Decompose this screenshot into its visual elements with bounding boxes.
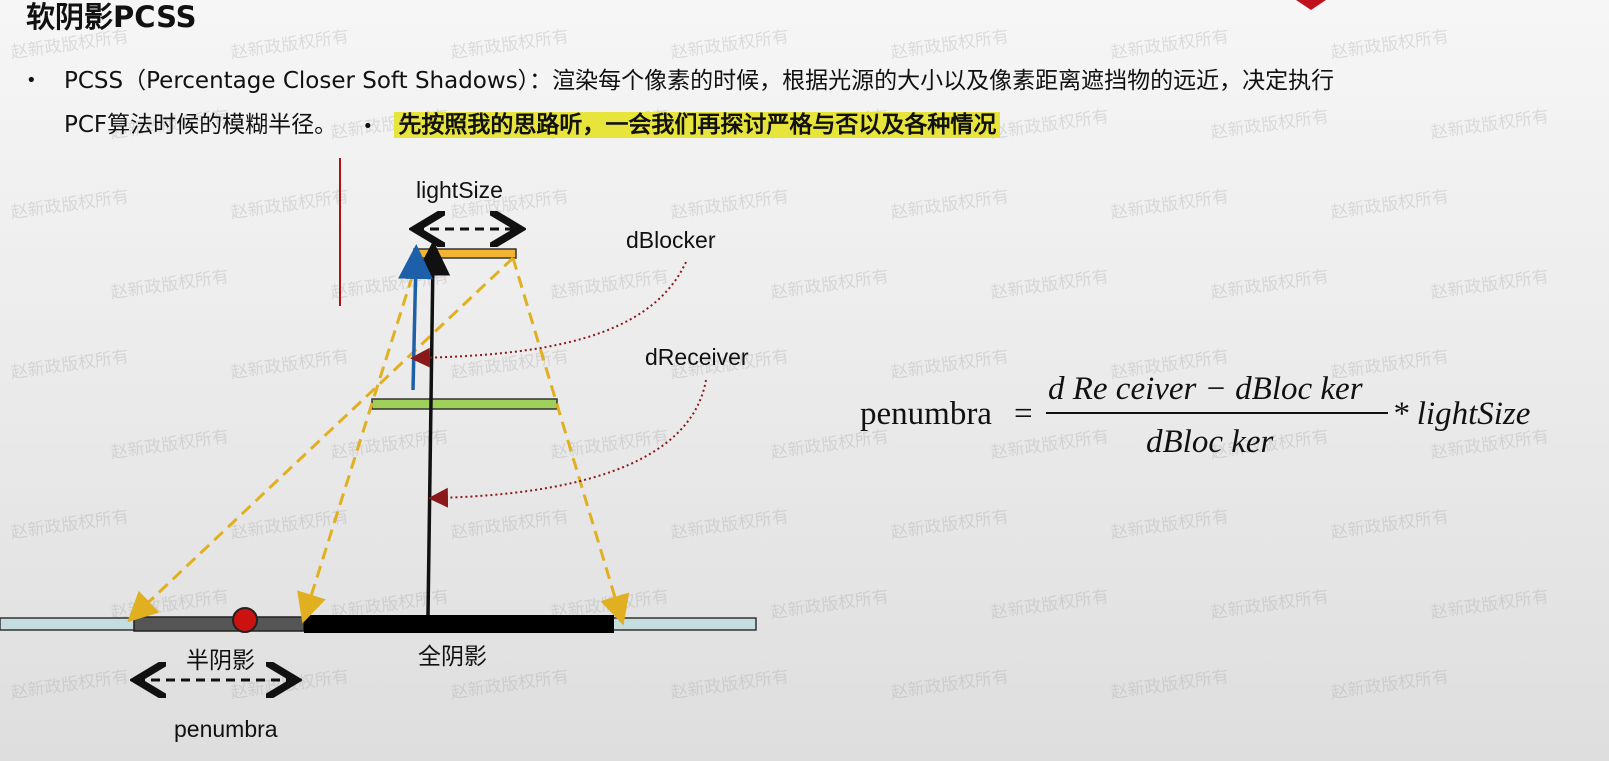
light-size-label: lightSize — [416, 177, 503, 203]
dblocker-label: dBlocker — [626, 227, 716, 253]
dreceiver-label: dReceiver — [645, 344, 749, 370]
formula-multiplier: * lightSize — [1392, 396, 1530, 432]
umbra-region — [304, 615, 614, 633]
formula-equals: = — [1014, 396, 1033, 432]
umbra-zh-label: 全阴影 — [418, 644, 487, 670]
penumbra-formula: penumbra = d Re ceiver − dBloc ker dBloc… — [860, 371, 1530, 460]
formula-lhs: penumbra — [860, 396, 992, 432]
light-rays — [127, 256, 630, 626]
blocker-distance-arrow — [398, 244, 434, 391]
receiver-distance-arrow — [415, 240, 451, 616]
pcss-diagram: lightSize dBlocker dReceiver 半阴影 全阴影 pen… — [0, 158, 1530, 742]
penumbra-zh-label: 半阴影 — [186, 648, 255, 674]
penumbra-label: penumbra — [174, 716, 278, 742]
formula-numerator: d Re ceiver − dBloc ker — [1048, 371, 1363, 407]
penumbra-region — [133, 616, 305, 632]
shading-point-dot — [232, 607, 258, 633]
occluder-bar — [371, 398, 558, 410]
formula-denominator: dBloc ker — [1146, 424, 1274, 460]
area-light-bar — [413, 248, 517, 259]
dreceiver-pointer-arrow — [428, 379, 707, 508]
